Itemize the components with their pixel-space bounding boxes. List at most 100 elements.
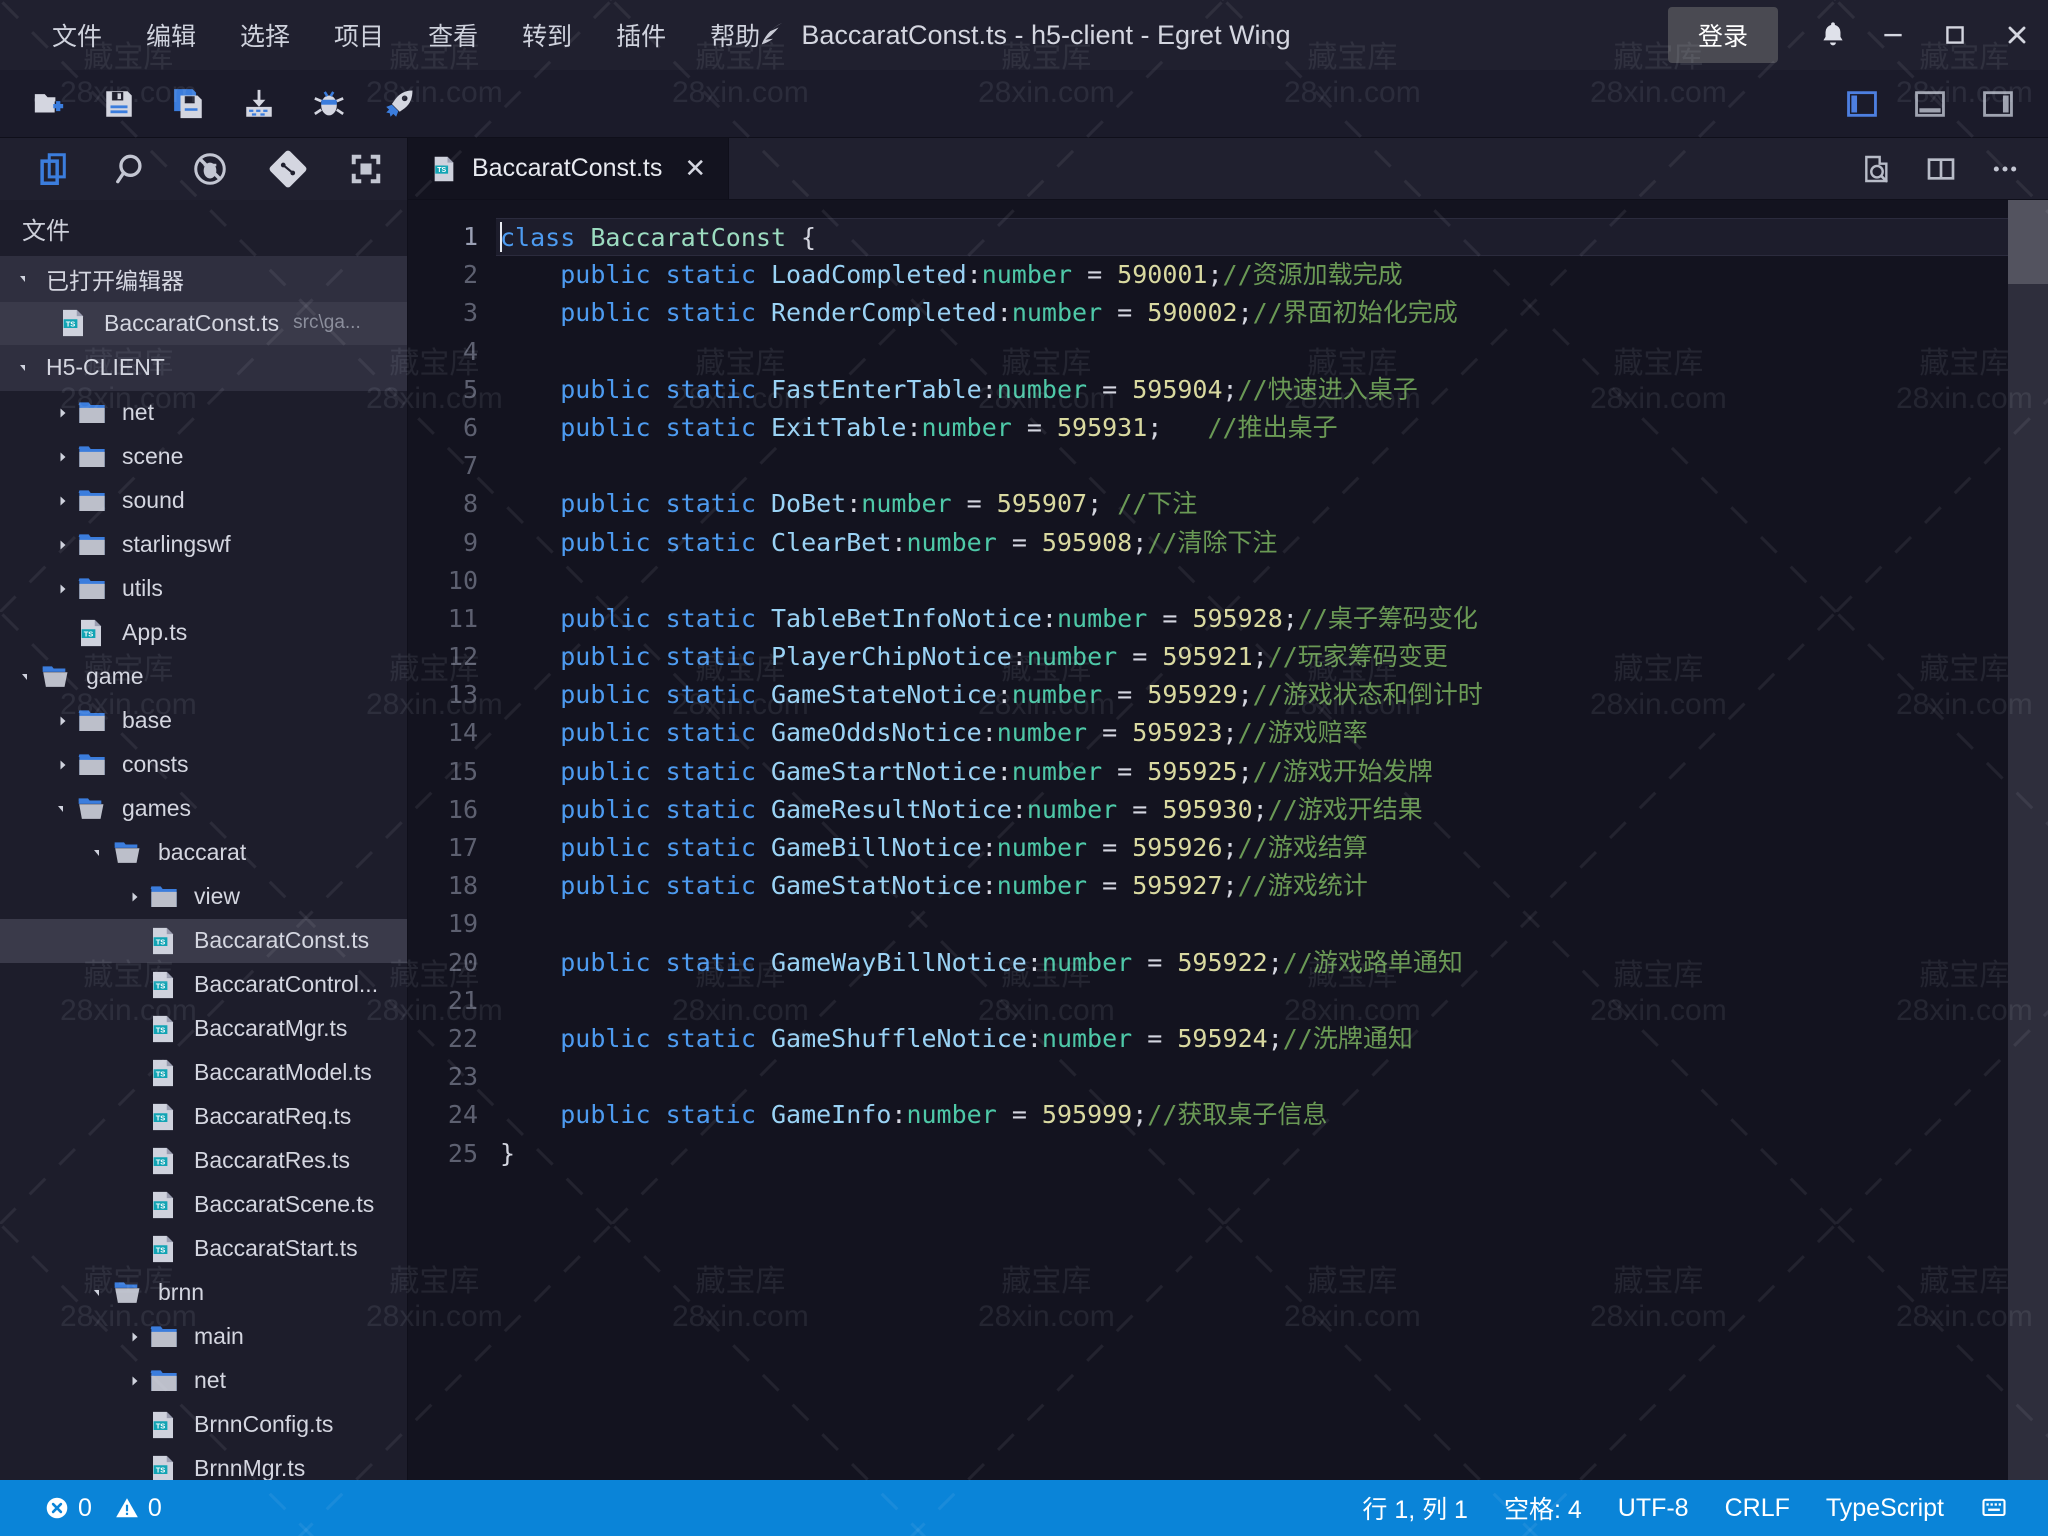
code-line[interactable]: public static GameStateNotice:number = 5…	[496, 676, 2048, 714]
tree-file-row[interactable]: TS BrnnConfig.ts	[0, 1403, 407, 1447]
menu-goto[interactable]: 转到	[500, 11, 594, 59]
minimize-button[interactable]	[1862, 0, 1924, 70]
menu-file[interactable]: 文件	[30, 11, 124, 59]
menu-plugins[interactable]: 插件	[594, 11, 688, 59]
menu-view[interactable]: 查看	[406, 11, 500, 59]
search-icon[interactable]	[110, 147, 154, 191]
tab-close-icon[interactable]: ✕	[684, 153, 706, 184]
section-open-editors[interactable]: 已打开编辑器	[0, 256, 407, 302]
tree-folder-row[interactable]: utils	[0, 567, 407, 611]
code-line[interactable]: }	[496, 1135, 2048, 1173]
notifications-bell-icon[interactable]	[1804, 0, 1862, 70]
publish-icon[interactable]	[224, 70, 294, 138]
tree-folder-row[interactable]: main	[0, 1315, 407, 1359]
menu-help[interactable]: 帮助	[688, 11, 782, 59]
code-line[interactable]	[496, 333, 2048, 371]
tree-file-row[interactable]: TS BaccaratModel.ts	[0, 1051, 407, 1095]
chevron-down-icon[interactable]	[50, 801, 76, 817]
chevron-right-icon[interactable]	[50, 713, 76, 729]
open-editor-item[interactable]: TS BaccaratConst.ts src\ga...	[0, 301, 407, 346]
explorer-icon[interactable]	[32, 147, 76, 191]
status-problems[interactable]: 0 0	[26, 1480, 180, 1536]
status-cursor-position[interactable]: 行 1, 列 1	[1344, 1480, 1486, 1536]
tree-folder-row[interactable]: consts	[0, 743, 407, 787]
tree-file-row[interactable]: TS BaccaratReq.ts	[0, 1095, 407, 1139]
source-control-icon[interactable]	[266, 147, 310, 191]
chevron-right-icon[interactable]	[122, 1329, 148, 1345]
tree-file-row[interactable]: TS BaccaratStart.ts	[0, 1227, 407, 1271]
status-eol[interactable]: CRLF	[1707, 1480, 1808, 1536]
save-all-icon[interactable]	[154, 70, 224, 138]
code-line[interactable]: public static PlayerChipNotice:number = …	[496, 638, 2048, 676]
chevron-right-icon[interactable]	[50, 581, 76, 597]
code-line[interactable]: public static FastEnterTable:number = 59…	[496, 371, 2048, 409]
code-line[interactable]: public static RenderCompleted:number = 5…	[496, 294, 2048, 332]
extensions-icon[interactable]	[344, 147, 388, 191]
tree-folder-row[interactable]: baccarat	[0, 831, 407, 875]
code-line[interactable]: public static GameBillNotice:number = 59…	[496, 829, 2048, 867]
status-language-mode[interactable]: TypeScript	[1808, 1480, 1962, 1536]
chevron-down-icon[interactable]	[14, 669, 40, 685]
tree-folder-row[interactable]: game	[0, 655, 407, 699]
tree-folder-row[interactable]: view	[0, 875, 407, 919]
status-indentation[interactable]: 空格: 4	[1486, 1480, 1600, 1536]
code-line[interactable]: public static ClearBet:number = 595908;/…	[496, 524, 2048, 562]
chevron-down-icon[interactable]	[86, 845, 112, 861]
menu-selection[interactable]: 选择	[218, 11, 312, 59]
menu-edit[interactable]: 编辑	[124, 11, 218, 59]
code-line[interactable]: public static ExitTable:number = 595931;…	[496, 409, 2048, 447]
code-line[interactable]: public static LoadCompleted:number = 590…	[496, 256, 2048, 294]
tree-folder-row[interactable]: scene	[0, 435, 407, 479]
code-line[interactable]: class BaccaratConst {	[496, 218, 2048, 257]
code-line[interactable]	[496, 982, 2048, 1020]
scrollbar-thumb[interactable]	[2008, 200, 2048, 284]
more-actions-icon[interactable]	[1976, 138, 2034, 200]
file-tree[interactable]: net scene sound starlingswf utils TS App.ts gam…	[0, 390, 407, 1480]
tree-file-row[interactable]: TS BaccaratControl...	[0, 963, 407, 1007]
tree-file-row[interactable]: TS BaccaratConst.ts	[0, 918, 407, 963]
chevron-right-icon[interactable]	[122, 889, 148, 905]
maximize-button[interactable]	[1924, 0, 1986, 70]
status-encoding[interactable]: UTF-8	[1600, 1480, 1707, 1536]
toggle-sidebar-icon[interactable]	[1828, 70, 1896, 138]
tab-baccaratconst[interactable]: TS BaccaratConst.ts ✕	[408, 138, 730, 199]
chevron-right-icon[interactable]	[122, 1373, 148, 1389]
code-line[interactable]: public static GameInfo:number = 595999;/…	[496, 1096, 2048, 1134]
close-button[interactable]	[1986, 0, 2048, 70]
tree-folder-row[interactable]: net	[0, 1359, 407, 1403]
code-line[interactable]: public static DoBet:number = 595907; //下…	[496, 485, 2048, 523]
code-line[interactable]: public static TableBetInfoNotice:number …	[496, 600, 2048, 638]
code-line[interactable]: public static GameOddsNotice:number = 59…	[496, 714, 2048, 752]
chevron-right-icon[interactable]	[50, 493, 76, 509]
run-rocket-icon[interactable]	[364, 70, 434, 138]
editor-vertical-scrollbar[interactable]	[2008, 200, 2048, 1480]
tree-folder-row[interactable]: starlingswf	[0, 523, 407, 567]
toggle-panel-icon[interactable]	[1896, 70, 1964, 138]
code-line[interactable]	[496, 905, 2048, 943]
tree-folder-row[interactable]: sound	[0, 479, 407, 523]
tree-file-row[interactable]: TS App.ts	[0, 611, 407, 655]
toggle-right-sidebar-icon[interactable]	[1964, 70, 2032, 138]
chevron-down-icon[interactable]	[86, 1285, 112, 1301]
tree-folder-row[interactable]: base	[0, 699, 407, 743]
tree-folder-row[interactable]: games	[0, 787, 407, 831]
tree-folder-row[interactable]: net	[0, 391, 407, 435]
chevron-right-icon[interactable]	[50, 757, 76, 773]
login-button[interactable]: 登录	[1667, 7, 1778, 63]
code-line[interactable]	[496, 447, 2048, 485]
tree-folder-row[interactable]: brnn	[0, 1271, 407, 1315]
tree-file-row[interactable]: TS BrnnMgr.ts	[0, 1447, 407, 1480]
code-line[interactable]: public static GameStartNotice:number = 5…	[496, 753, 2048, 791]
code-line[interactable]: public static GameStatNotice:number = 59…	[496, 867, 2048, 905]
chevron-right-icon[interactable]	[50, 405, 76, 421]
split-editor-icon[interactable]	[1912, 138, 1970, 200]
debug-icon[interactable]	[294, 70, 364, 138]
new-folder-icon[interactable]	[14, 70, 84, 138]
tree-file-row[interactable]: TS BaccaratMgr.ts	[0, 1007, 407, 1051]
code-line[interactable]: public static GameShuffleNotice:number =…	[496, 1020, 2048, 1058]
code-line[interactable]: public static GameWayBillNotice:number =…	[496, 944, 2048, 982]
code-content[interactable]: class BaccaratConst { public static Load…	[496, 200, 2048, 1480]
code-line[interactable]: public static GameResultNotice:number = …	[496, 791, 2048, 829]
code-editor[interactable]: 1 2 3 4 5 6 7 8 9 10 11 12 13 14 15 16 17 18 19 20 21 22 23 24 2…	[408, 200, 2048, 1480]
debug-no-entry-icon[interactable]	[188, 147, 232, 191]
